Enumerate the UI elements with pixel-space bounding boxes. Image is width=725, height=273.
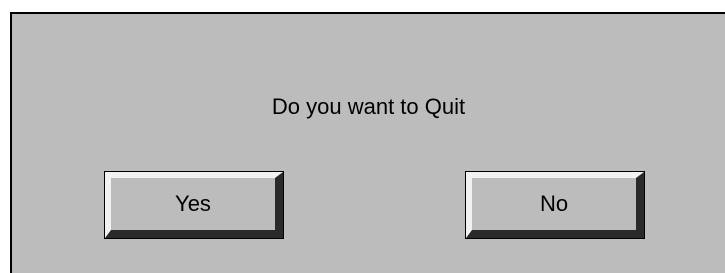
yes-button[interactable]: Yes <box>104 171 284 239</box>
quit-dialog: Do you want to Quit Yes No <box>10 12 725 273</box>
yes-button-label: Yes <box>111 178 275 230</box>
quit-confirmation-message: Do you want to Quit <box>271 94 466 119</box>
no-button-label: No <box>472 178 636 230</box>
no-button[interactable]: No <box>465 171 645 239</box>
